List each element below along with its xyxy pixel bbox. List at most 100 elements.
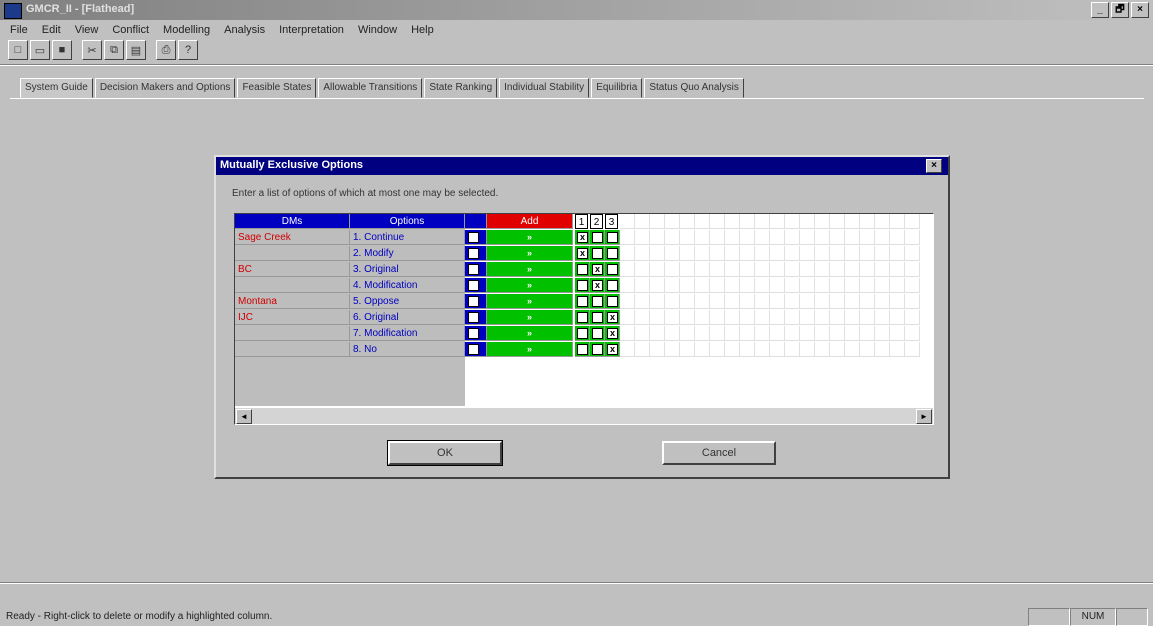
option-checkbox[interactable]: x <box>592 264 603 275</box>
add-cell[interactable]: » <box>487 278 573 293</box>
option-checkbox-cell[interactable] <box>575 262 590 277</box>
add-cell[interactable]: » <box>487 294 573 309</box>
select-cell[interactable] <box>465 342 487 357</box>
dialog-close-icon[interactable]: × <box>926 159 942 173</box>
copy-icon[interactable]: ⧉ <box>104 40 124 60</box>
menu-window[interactable]: Window <box>358 21 397 39</box>
minimize-button[interactable]: _ <box>1091 2 1109 18</box>
option-checkbox-cell[interactable] <box>575 310 590 325</box>
row-checkbox[interactable] <box>468 328 479 339</box>
option-checkbox[interactable] <box>577 296 588 307</box>
select-cell[interactable] <box>465 326 487 341</box>
option-checkbox-cell[interactable]: x <box>605 342 620 357</box>
tab-system-guide[interactable]: System Guide <box>20 78 93 98</box>
option-checkbox[interactable] <box>592 312 603 323</box>
option-checkbox-cell[interactable] <box>590 326 605 341</box>
option-checkbox-cell[interactable]: x <box>590 262 605 277</box>
header-col-1[interactable]: 1 <box>575 214 588 229</box>
option-checkbox[interactable]: x <box>607 312 618 323</box>
open-folder-icon[interactable]: ▭ <box>30 40 50 60</box>
header-col-3[interactable]: 3 <box>605 214 618 229</box>
option-checkbox-cell[interactable]: x <box>575 230 590 245</box>
cut-icon[interactable]: ✂ <box>82 40 102 60</box>
option-checkbox-cell[interactable] <box>605 262 620 277</box>
select-cell[interactable] <box>465 262 487 277</box>
select-cell[interactable] <box>465 230 487 245</box>
paste-icon[interactable]: ▤ <box>126 40 146 60</box>
option-checkbox-cell[interactable] <box>590 342 605 357</box>
tab-equilibria[interactable]: Equilibria <box>591 78 643 98</box>
scroll-right-icon[interactable]: ► <box>916 409 932 424</box>
option-checkbox[interactable] <box>577 328 588 339</box>
select-cell[interactable] <box>465 310 487 325</box>
option-checkbox[interactable] <box>592 248 603 259</box>
option-checkbox[interactable] <box>577 312 588 323</box>
option-checkbox-cell[interactable] <box>590 230 605 245</box>
menu-conflict[interactable]: Conflict <box>112 21 149 39</box>
tab-individual-stability[interactable]: Individual Stability <box>499 78 590 98</box>
option-checkbox[interactable] <box>607 248 618 259</box>
menu-help[interactable]: Help <box>411 21 434 39</box>
select-cell[interactable] <box>465 294 487 309</box>
menu-interpretation[interactable]: Interpretation <box>279 21 344 39</box>
header-col-2[interactable]: 2 <box>590 214 603 229</box>
option-checkbox-cell[interactable] <box>605 246 620 261</box>
menu-edit[interactable]: Edit <box>42 21 61 39</box>
menu-modelling[interactable]: Modelling <box>163 21 210 39</box>
option-checkbox-cell[interactable] <box>605 294 620 309</box>
save-icon[interactable]: ■ <box>52 40 72 60</box>
add-cell[interactable]: » <box>487 262 573 277</box>
option-checkbox[interactable]: x <box>607 344 618 355</box>
row-checkbox[interactable] <box>468 248 479 259</box>
option-checkbox[interactable] <box>607 264 618 275</box>
option-checkbox-cell[interactable]: x <box>605 310 620 325</box>
option-checkbox[interactable]: x <box>577 248 588 259</box>
option-checkbox-cell[interactable]: x <box>590 278 605 293</box>
option-checkbox[interactable] <box>592 344 603 355</box>
row-checkbox[interactable] <box>468 280 479 291</box>
add-cell[interactable]: » <box>487 310 573 325</box>
option-checkbox-cell[interactable] <box>590 294 605 309</box>
row-checkbox[interactable] <box>468 344 479 355</box>
option-checkbox-cell[interactable] <box>605 278 620 293</box>
scroll-left-icon[interactable]: ◄ <box>236 409 252 424</box>
horizontal-scrollbar[interactable]: ◄ ► <box>235 407 933 424</box>
print-icon[interactable]: ⎙ <box>156 40 176 60</box>
option-checkbox[interactable] <box>592 328 603 339</box>
tab-status-quo[interactable]: Status Quo Analysis <box>644 78 744 98</box>
option-checkbox-cell[interactable] <box>575 326 590 341</box>
option-checkbox-cell[interactable] <box>575 342 590 357</box>
app-icon[interactable] <box>4 3 22 19</box>
option-checkbox[interactable]: x <box>592 280 603 291</box>
option-checkbox-cell[interactable] <box>575 278 590 293</box>
option-checkbox-cell[interactable]: x <box>605 326 620 341</box>
close-button[interactable]: × <box>1131 2 1149 18</box>
new-file-icon[interactable]: □ <box>8 40 28 60</box>
row-checkbox[interactable] <box>468 312 479 323</box>
add-cell[interactable]: » <box>487 246 573 261</box>
option-checkbox-cell[interactable]: x <box>575 246 590 261</box>
option-checkbox[interactable]: x <box>607 328 618 339</box>
option-checkbox-cell[interactable] <box>605 230 620 245</box>
row-checkbox[interactable] <box>468 264 479 275</box>
restore-button[interactable]: 🗗 <box>1111 2 1129 18</box>
row-checkbox[interactable] <box>468 296 479 307</box>
option-checkbox[interactable] <box>577 344 588 355</box>
menu-analysis[interactable]: Analysis <box>224 21 265 39</box>
option-checkbox[interactable] <box>592 232 603 243</box>
add-column-button[interactable]: Add <box>487 214 573 229</box>
row-checkbox[interactable] <box>468 232 479 243</box>
select-cell[interactable] <box>465 278 487 293</box>
option-checkbox[interactable] <box>607 280 618 291</box>
tab-decision-makers[interactable]: Decision Makers and Options <box>94 78 236 98</box>
menu-file[interactable]: File <box>10 21 28 39</box>
menu-view[interactable]: View <box>75 21 99 39</box>
add-cell[interactable]: » <box>487 326 573 341</box>
option-checkbox-cell[interactable] <box>590 310 605 325</box>
add-cell[interactable]: » <box>487 230 573 245</box>
option-checkbox[interactable] <box>607 232 618 243</box>
option-checkbox[interactable] <box>577 264 588 275</box>
cancel-button[interactable]: Cancel <box>662 441 776 465</box>
option-checkbox[interactable] <box>592 296 603 307</box>
option-checkbox-cell[interactable] <box>590 246 605 261</box>
